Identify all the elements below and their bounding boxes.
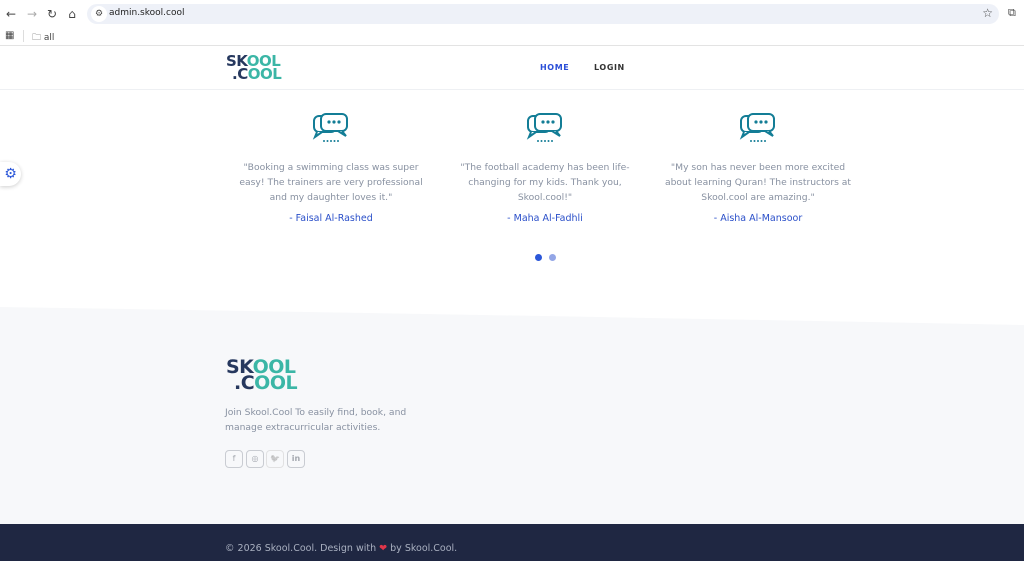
footer-tagline: Join Skool.Cool To easily find, book, an… xyxy=(225,407,407,433)
address-bar[interactable]: ⚙ admin.skool.cool ☆ xyxy=(87,4,999,24)
twitter-icon[interactable]: 🐦 xyxy=(266,450,284,468)
testimonial-author: - Faisal Al-Rashed xyxy=(289,213,373,224)
footer-logo: SKOOL .COOL xyxy=(226,356,298,395)
footer-wave xyxy=(0,290,1024,325)
copyright-text: © 2026 Skool.Cool. Design with ❤ by Skoo… xyxy=(225,543,458,554)
site-navbar: SKOOL .COOL HOME LOGIN xyxy=(0,47,1024,90)
back-icon[interactable]: ← xyxy=(3,6,19,22)
instagram-icon[interactable]: ◎ xyxy=(246,450,264,468)
site-settings-icon[interactable]: ⚙ xyxy=(91,6,107,22)
carousel-dot-2[interactable] xyxy=(549,254,556,261)
settings-gear-icon[interactable]: ⚙ xyxy=(0,162,21,186)
bookmark-label: all xyxy=(43,33,55,43)
divider xyxy=(23,30,24,42)
apps-icon[interactable]: ▦ xyxy=(5,30,14,41)
extensions-icon[interactable]: ⧉ xyxy=(1008,6,1016,20)
carousel-dot-1[interactable] xyxy=(535,254,542,261)
testimonial: "Booking a swimming class was super easy… xyxy=(231,112,431,224)
footer xyxy=(0,300,1024,524)
heart-icon: ❤ xyxy=(379,543,388,554)
testimonial-quote: "The football academy has been life-chan… xyxy=(460,162,630,203)
testimonial: "My son has never been more excited abou… xyxy=(658,112,858,224)
nav-login[interactable]: LOGIN xyxy=(594,63,625,72)
linkedin-icon[interactable]: in xyxy=(287,450,305,468)
testimonial-quote: "My son has never been more excited abou… xyxy=(664,162,852,203)
testimonial: "The football academy has been life-chan… xyxy=(445,112,645,224)
chat-bubbles-icon xyxy=(312,113,348,142)
folder-icon: 🗀 xyxy=(32,33,42,43)
facebook-icon[interactable]: f xyxy=(225,450,243,468)
url-text[interactable]: admin.skool.cool xyxy=(109,8,184,18)
testimonial-quote: "Booking a swimming class was super easy… xyxy=(239,162,423,203)
browser-chrome: ← → ↻ ⌂ ⚙ admin.skool.cool ☆ ⧉ ▦ 🗀 all xyxy=(0,0,1024,46)
logo[interactable]: SKOOL .COOL xyxy=(226,54,282,82)
forward-icon[interactable]: → xyxy=(24,6,40,22)
testimonial-author: - Aisha Al-Mansoor xyxy=(713,213,803,224)
reload-icon[interactable]: ↻ xyxy=(44,6,60,22)
bookmark-folder[interactable]: 🗀 all xyxy=(32,30,54,46)
chat-bubbles-icon xyxy=(739,113,775,142)
chat-bubbles-icon xyxy=(526,113,562,142)
star-icon[interactable]: ☆ xyxy=(982,6,993,20)
nav-home[interactable]: HOME xyxy=(540,63,569,72)
copyright-bar: © 2026 Skool.Cool. Design with ❤ by Skoo… xyxy=(0,524,1024,561)
home-icon[interactable]: ⌂ xyxy=(64,6,80,22)
testimonial-author: - Maha Al-Fadhli xyxy=(507,213,583,224)
